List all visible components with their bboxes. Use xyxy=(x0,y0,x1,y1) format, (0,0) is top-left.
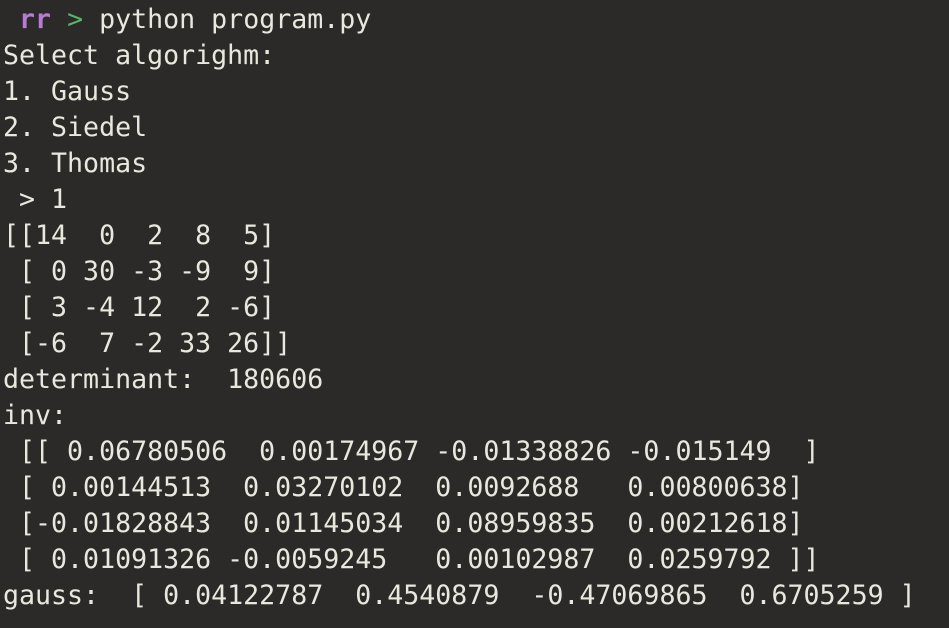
gauss-result-line: gauss: [ 0.04122787 0.4540879 -0.4706986… xyxy=(3,580,916,611)
inverse-row: [-0.01828843 0.01145034 0.08959835 0.002… xyxy=(3,508,804,539)
matrix-row: [[14 0 2 8 5] xyxy=(3,220,276,251)
prompt-user: rr xyxy=(19,4,52,35)
output-line-user-choice: > 1 xyxy=(3,184,68,215)
matrix-row: [ 0 30 -3 -9 9] xyxy=(3,256,276,287)
determinant-line: determinant: 180606 xyxy=(3,364,324,395)
matrix-row: [-6 7 -2 33 26]] xyxy=(3,328,292,359)
prompt-arrow-icon: > xyxy=(67,4,84,35)
inverse-row: [ 0.00144513 0.03270102 0.0092688 0.0080… xyxy=(3,472,804,503)
output-line-menu-title: Select algorighm: xyxy=(3,40,276,71)
output-line-option-gauss: 1. Gauss xyxy=(3,76,132,107)
inverse-row: [[ 0.06780506 0.00174967 -0.01338826 -0.… xyxy=(3,436,820,467)
inverse-row: [ 0.01091326 -0.0059245 0.00102987 0.025… xyxy=(3,544,820,575)
inverse-label: inv: xyxy=(3,400,68,431)
matrix-row: [ 3 -4 12 2 -6] xyxy=(3,292,276,323)
output-line-option-thomas: 3. Thomas xyxy=(3,148,148,179)
prompt-command: python program.py xyxy=(99,4,372,35)
terminal-window[interactable]: rr > python program.py Select algorighm:… xyxy=(0,0,949,628)
output-line-option-siedel: 2. Siedel xyxy=(3,112,148,143)
prompt-line: rr > python program.py xyxy=(3,2,949,38)
